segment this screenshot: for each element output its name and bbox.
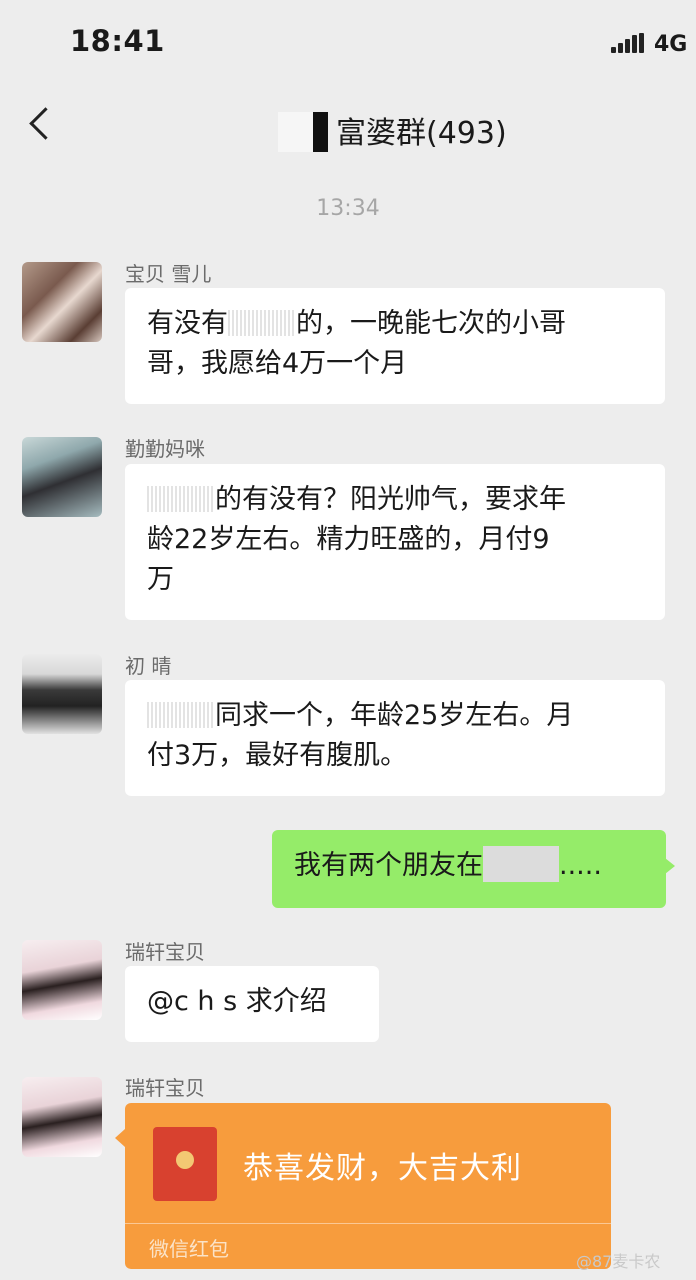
message-text: 的，一晚能七次的小哥 bbox=[296, 308, 566, 339]
red-packet-icon bbox=[153, 1127, 217, 1201]
avatar[interactable] bbox=[22, 437, 102, 517]
back-icon[interactable] bbox=[29, 107, 62, 140]
redacted-mosaic bbox=[147, 702, 215, 728]
message-text: 同求一个，年龄25岁左右。月 bbox=[215, 700, 574, 731]
message-bubble[interactable]: 有没有 的，一晚能七次的小哥 哥，我愿给4万一个月 bbox=[125, 288, 665, 404]
sender-name: 初 晴 bbox=[125, 654, 172, 678]
message-text: @c h s 求介绍 bbox=[147, 986, 327, 1017]
message-bubble[interactable]: 同求一个，年龄25岁左右。月 付3万，最好有腹肌。 bbox=[125, 680, 665, 796]
message-text: 龄22岁左右。精力旺盛的，月付9 bbox=[147, 524, 550, 555]
redacted-title-prefix bbox=[278, 112, 328, 152]
message-text: 哥，我愿给4万一个月 bbox=[147, 348, 408, 379]
red-packet-greeting: 恭喜发财，大吉大利 bbox=[243, 1151, 522, 1186]
signal-icon bbox=[611, 33, 645, 53]
message-text: ..... bbox=[559, 850, 602, 881]
divider bbox=[125, 1223, 611, 1224]
redacted-mosaic bbox=[228, 310, 296, 336]
network-label: 4G bbox=[654, 32, 688, 57]
avatar[interactable] bbox=[22, 940, 102, 1020]
message-bubble[interactable]: 的有没有？阳光帅气，要求年 龄22岁左右。精力旺盛的，月付9 万 bbox=[125, 464, 665, 620]
sender-name: 瑞轩宝贝 bbox=[125, 1076, 205, 1100]
avatar[interactable] bbox=[22, 1077, 102, 1157]
sender-name: 宝贝 雪儿 bbox=[125, 262, 212, 286]
message-text: 我有两个朋友在 bbox=[294, 850, 483, 881]
red-packet-card[interactable]: 恭喜发财，大吉大利 微信红包 bbox=[115, 1103, 611, 1269]
message-text: 万 bbox=[147, 564, 174, 595]
chat-header: 富婆群(493) bbox=[0, 90, 696, 170]
status-bar: 18:41 4G bbox=[0, 0, 696, 90]
message-text: 的有没有？阳光帅气，要求年 bbox=[215, 484, 566, 515]
sender-name: 瑞轩宝贝 bbox=[125, 940, 205, 964]
red-packet-label: 微信红包 bbox=[149, 1237, 229, 1261]
message-text: 有没有 bbox=[147, 308, 228, 339]
avatar[interactable] bbox=[22, 262, 102, 342]
sender-name: 勤勤妈咪 bbox=[125, 437, 205, 461]
watermark: @87麦卡农 bbox=[576, 1252, 661, 1271]
redacted-mosaic bbox=[147, 486, 215, 512]
avatar[interactable] bbox=[22, 654, 102, 734]
group-title: 富婆群(493) bbox=[336, 116, 507, 151]
status-time: 18:41 bbox=[70, 24, 165, 58]
redacted-blur bbox=[483, 846, 559, 882]
chat-timestamp: 13:34 bbox=[316, 196, 380, 221]
outgoing-message-bubble[interactable]: 我有两个朋友在..... bbox=[272, 830, 675, 908]
message-text: 付3万，最好有腹肌。 bbox=[147, 740, 408, 771]
message-bubble[interactable]: @c h s 求介绍 bbox=[125, 966, 379, 1042]
